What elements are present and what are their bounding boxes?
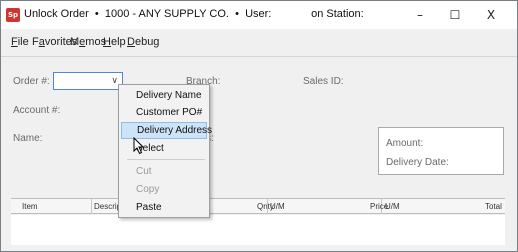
order-summary-box: Amount: Delivery Date: [378, 127, 504, 175]
column-divider[interactable] [91, 199, 92, 214]
amount-label: Amount: [386, 138, 424, 149]
menu-item-cut[interactable]: Cut [121, 163, 207, 180]
menu-memos[interactable]: Memos [70, 36, 106, 48]
line-items-header: Item Description Qnty U/M Price U/M Tota… [11, 198, 505, 214]
column-header-price-um[interactable]: U/M [385, 202, 400, 211]
menu-item-copy[interactable]: Copy [121, 181, 207, 198]
title-bar[interactable]: Sp Unlock Order • 1000 - ANY SUPPLY CO. … [1, 1, 517, 29]
chevron-down-icon[interactable]: ∨ [111, 75, 118, 86]
context-menu: Delivery Name Customer PO# Delivery Addr… [118, 84, 212, 218]
account-number-label: Account #: [13, 105, 61, 116]
order-number-label: Order #: [13, 76, 50, 87]
menu-debug[interactable]: Debug [127, 36, 159, 48]
menu-divider [1, 56, 517, 57]
column-header-item[interactable]: Item [22, 202, 38, 211]
menu-separator [127, 159, 205, 160]
maximize-button[interactable]: ☐ [438, 1, 472, 29]
mouse-cursor-icon [133, 137, 145, 155]
close-button[interactable]: X [474, 1, 508, 29]
menu-item-customer-po[interactable]: Customer PO# [121, 104, 207, 121]
menu-bar: File Favorites Memos Help Debug [1, 34, 517, 52]
app-logo-icon[interactable]: Sp [6, 8, 20, 22]
order-number-combo[interactable]: ∨ [53, 72, 123, 90]
column-header-um[interactable]: U/M [270, 202, 285, 211]
app-window: Sp Unlock Order • 1000 - ANY SUPPLY CO. … [0, 0, 518, 252]
sales-id-label: Sales ID: [303, 76, 344, 87]
window-title: Unlock Order • 1000 - ANY SUPPLY CO. • U… [24, 8, 364, 20]
column-header-total[interactable]: Total [485, 202, 502, 211]
column-divider[interactable] [267, 199, 268, 214]
line-items-grid[interactable] [11, 215, 505, 245]
name-label: Name: [13, 133, 43, 144]
menu-file[interactable]: File [11, 36, 29, 48]
menu-item-paste[interactable]: Paste [121, 199, 207, 216]
delivery-date-label: Delivery Date: [386, 157, 449, 168]
menu-item-delivery-name[interactable]: Delivery Name [121, 87, 207, 104]
minimize-button[interactable]: – [403, 1, 437, 29]
menu-help[interactable]: Help [103, 36, 126, 48]
